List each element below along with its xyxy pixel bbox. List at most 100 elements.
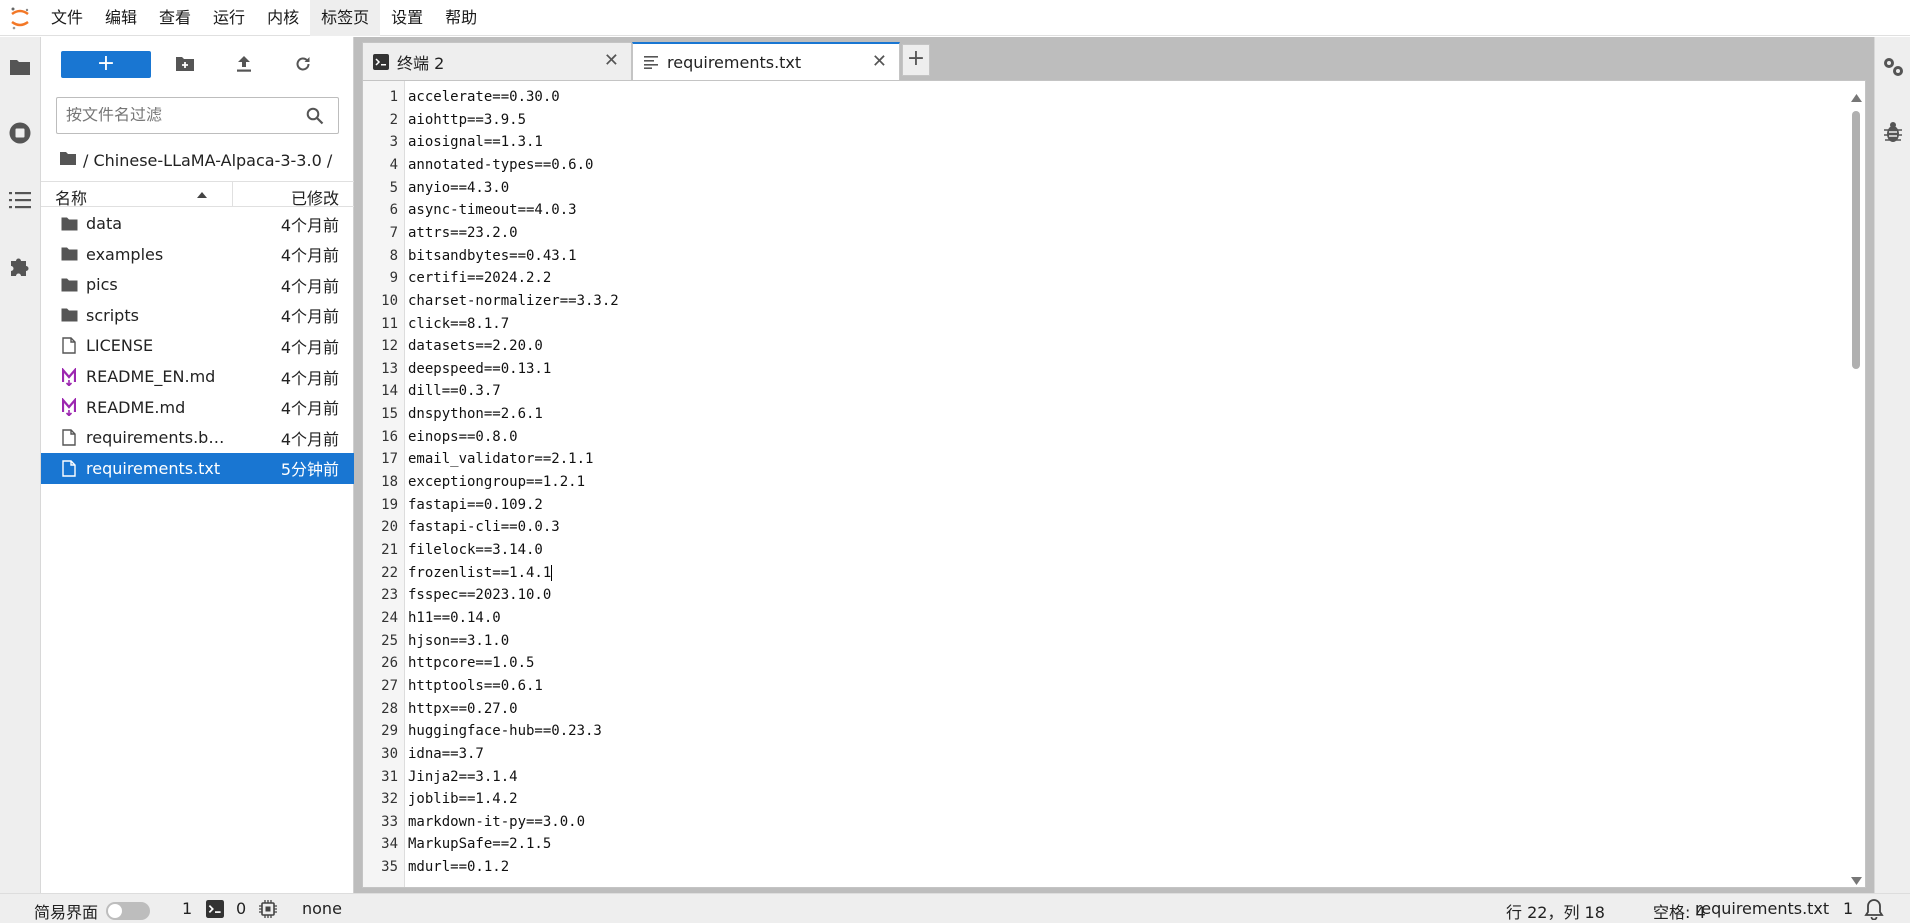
line-number: 1 [389, 89, 398, 105]
tab-requirements[interactable]: requirements.txt ✕ [632, 42, 900, 80]
code-line[interactable]: datasets==2.20.0 [408, 338, 543, 354]
code-line[interactable]: huggingface-hub==0.23.3 [408, 723, 602, 739]
code-line[interactable]: email_validator==2.1.1 [408, 451, 593, 467]
code-line[interactable]: deepspeed==0.13.1 [408, 361, 551, 377]
code-line[interactable]: mdurl==0.1.2 [408, 859, 509, 875]
new-folder-icon[interactable] [172, 51, 198, 77]
scrollbar-thumb[interactable] [1852, 111, 1860, 369]
code-line[interactable]: bitsandbytes==0.43.1 [408, 248, 577, 264]
file-filter-search [56, 97, 339, 134]
menu-item[interactable]: 设置 [380, 0, 434, 36]
code-line[interactable]: dill==0.3.7 [408, 383, 501, 399]
code-line[interactable]: aiosignal==1.3.1 [408, 134, 543, 150]
kernel-count[interactable]: 1 [182, 899, 192, 918]
property-inspector-icon[interactable] [1881, 55, 1905, 83]
code-line[interactable]: fastapi==0.109.2 [408, 497, 543, 513]
menu-item[interactable]: 内核 [256, 0, 310, 36]
code-line[interactable]: accelerate==0.30.0 [408, 89, 560, 105]
tab-terminal[interactable]: 终端 2 ✕ [362, 42, 632, 80]
code-line[interactable]: charset-normalizer==3.3.2 [408, 293, 619, 309]
file-item-examples[interactable]: examples 4个月前 [41, 239, 354, 270]
code-line[interactable]: aiohttp==3.9.5 [408, 112, 526, 128]
new-launcher-button[interactable]: + [61, 51, 151, 78]
code-line[interactable]: annotated-types==0.6.0 [408, 157, 593, 173]
code-line[interactable]: Jinja2==3.1.4 [408, 769, 518, 785]
code-line[interactable]: h11==0.14.0 [408, 610, 501, 626]
simple-mode-toggle[interactable] [106, 902, 150, 920]
code-line[interactable]: fastapi-cli==0.0.3 [408, 519, 560, 535]
code-line[interactable]: httptools==0.6.1 [408, 678, 543, 694]
cursor-position[interactable]: 行 22，列 18 [1506, 899, 1605, 923]
terminal-count[interactable]: 0 [236, 899, 246, 918]
file-item-readme-en-md[interactable]: README_EN.md 4个月前 [41, 361, 354, 392]
code-line[interactable]: httpx==0.27.0 [408, 701, 518, 717]
scroll-up-icon[interactable] [1851, 87, 1862, 106]
kernel-status[interactable]: none [302, 899, 342, 918]
code-line[interactable]: frozenlist==1.4.1 [408, 564, 553, 581]
code-line[interactable]: markdown-it-py==3.0.0 [408, 814, 585, 830]
file-filter-input[interactable] [66, 106, 296, 125]
code-line[interactable]: attrs==23.2.0 [408, 225, 518, 241]
code-line[interactable]: dnspython==2.6.1 [408, 406, 543, 422]
kernel-cpu-icon [259, 900, 277, 922]
code-line[interactable]: fsspec==2023.10.0 [408, 587, 551, 603]
line-number: 9 [389, 270, 398, 287]
breadcrumb-path[interactable]: / Chinese-LLaMA-Alpaca-3-3.0 / [83, 151, 332, 170]
notification-count[interactable]: 1 [1843, 899, 1853, 918]
close-icon[interactable]: ✕ [872, 53, 887, 71]
code-line[interactable]: joblib==1.4.2 [408, 791, 518, 807]
vertical-scrollbar[interactable] [1847, 81, 1865, 887]
file-item-data[interactable]: data 4个月前 [41, 208, 354, 239]
file-name: requirements.bk... [86, 428, 226, 448]
text-editor[interactable]: 1 2 3 4 5 6 7 8 9 10 11 12 13 14 15 16 17 18 19 20 21 22 23 24 2… [362, 80, 1866, 888]
code-area[interactable]: accelerate==0.30.0 aiohttp==3.9.5 aiosigna… [408, 81, 1788, 887]
file-name: requirements.txt [86, 458, 221, 478]
code-line[interactable]: anyio==4.3.0 [408, 180, 509, 196]
file-item-license[interactable]: LICENSE 4个月前 [41, 330, 354, 361]
bell-icon[interactable] [1864, 898, 1884, 924]
line-number: 19 [381, 496, 398, 513]
folder-icon[interactable] [8, 55, 32, 79]
upload-icon[interactable] [231, 51, 257, 77]
menu-item[interactable]: 帮助 [434, 0, 488, 36]
search-icon[interactable] [306, 107, 324, 129]
toc-icon[interactable] [8, 188, 32, 212]
code-line[interactable]: httpcore==1.0.5 [408, 655, 534, 671]
close-icon[interactable]: ✕ [604, 52, 619, 70]
file-item-scripts[interactable]: scripts 4个月前 [41, 300, 354, 331]
column-modified-header[interactable]: 已修改 [291, 185, 339, 209]
line-number: 20 [381, 519, 398, 536]
code-line[interactable]: MarkupSafe==2.1.5 [408, 836, 551, 852]
extension-icon[interactable] [8, 254, 32, 278]
code-line[interactable]: async-timeout==4.0.3 [408, 202, 577, 218]
debugger-icon[interactable] [1883, 121, 1903, 147]
line-number: 4 [389, 156, 398, 173]
file-item-pics[interactable]: pics 4个月前 [41, 269, 354, 300]
file-item-readme-md[interactable]: README.md 4个月前 [41, 392, 354, 423]
menu-item[interactable]: 文件 [40, 0, 94, 36]
code-line[interactable]: einops==0.8.0 [408, 429, 518, 445]
line-number: 13 [381, 360, 398, 377]
scroll-down-icon[interactable] [1851, 871, 1862, 890]
code-line[interactable]: filelock==3.14.0 [408, 542, 543, 558]
line-number: 31 [381, 768, 398, 785]
add-tab-button[interactable]: + [902, 44, 930, 76]
code-line[interactable]: exceptiongroup==1.2.1 [408, 474, 585, 490]
running-icon[interactable] [8, 121, 32, 145]
code-line[interactable]: click==8.1.7 [408, 316, 509, 332]
code-line[interactable]: hjson==3.1.0 [408, 633, 509, 649]
menu-item[interactable]: 标签页 [310, 0, 381, 36]
menu-item[interactable]: 查看 [148, 0, 202, 36]
column-name-header[interactable]: 名称 [55, 185, 87, 209]
file-icon [59, 336, 79, 356]
main-dock-area: 终端 2 ✕ requirements.txt ✕ + 1 2 3 4 5 6 7 8 9 10 1… [354, 37, 1874, 893]
file-item-requirements-bk[interactable]: requirements.bk... 4个月前 [41, 422, 354, 453]
refresh-icon[interactable] [290, 51, 316, 77]
home-folder-icon[interactable] [59, 151, 77, 170]
file-item-requirements-txt[interactable]: requirements.txt 5分钟前 [41, 452, 354, 484]
menu-item[interactable]: 编辑 [94, 0, 148, 36]
menu-item[interactable]: 运行 [202, 0, 256, 36]
code-line[interactable]: certifi==2024.2.2 [408, 270, 551, 286]
line-number: 23 [381, 587, 398, 604]
code-line[interactable]: idna==3.7 [408, 746, 484, 762]
